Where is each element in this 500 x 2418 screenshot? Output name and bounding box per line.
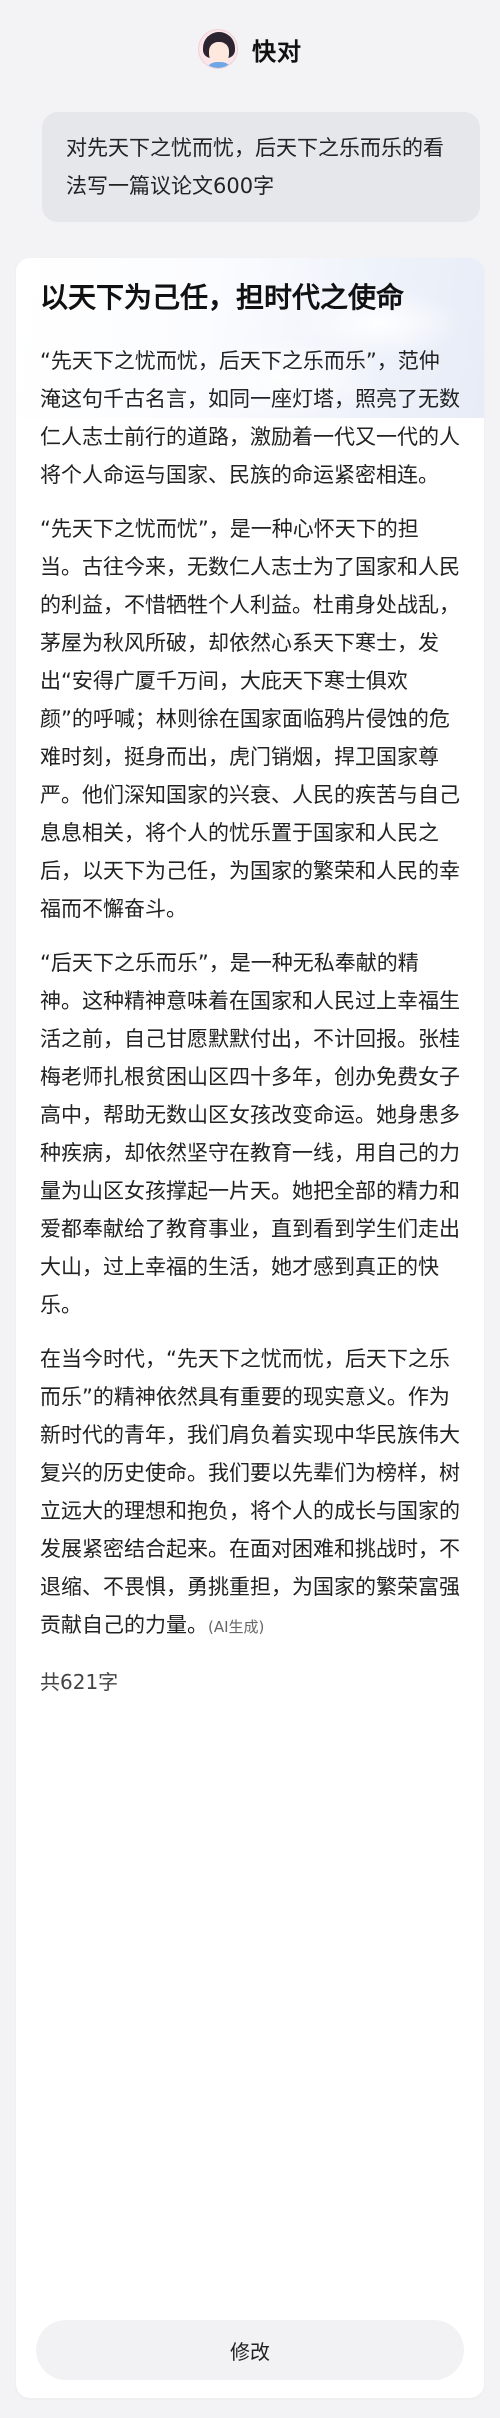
user-prompt-text: 对先天下之忧而忧，后天下之乐而乐的看法写一篇议论文600字 — [66, 136, 444, 198]
word-count: 共621字 — [40, 1670, 119, 1694]
avatar[interactable] — [198, 29, 238, 69]
ai-generated-tag: (AI生成) — [208, 1618, 265, 1636]
app-title: 快对 — [252, 37, 302, 66]
essay-paragraph-1: “先天下之忧而忧，后天下之乐而乐”，范仲淹这句千古名言，如同一座灯塔，照亮了无数… — [40, 349, 460, 487]
essay-paragraph-4: 在当今时代，“先天下之忧而忧，后天下之乐而乐”的精神依然具有重要的现实意义。作为… — [40, 1340, 460, 1646]
edit-button-label: 修改 — [230, 2339, 270, 2364]
app-header: 快对 — [0, 0, 500, 98]
essay-paragraph-3: “后天下之乐而乐”，是一种无私奉献的精神。这种精神意味着在国家和人民过上幸福生活… — [40, 951, 460, 1317]
user-prompt-bubble: 对先天下之忧而忧，后天下之乐而乐的看法写一篇议论文600字 — [42, 112, 480, 222]
edit-button[interactable]: 修改 — [36, 2320, 464, 2380]
essay-paragraph-4-text: 在当今时代，“先天下之忧而忧，后天下之乐而乐”的精神依然具有重要的现实意义。作为… — [40, 1347, 460, 1637]
answer-card: 以天下为己任，担时代之使命 “先天下之忧而忧，后天下之乐而乐”，范仲淹这句千古名… — [16, 258, 484, 2398]
essay-title: 以天下为己任，担时代之使命 — [40, 281, 405, 314]
essay-paragraph-2: “先天下之忧而忧”，是一种心怀天下的担当。古往今来，无数仁人志士为了国家和人民的… — [40, 517, 460, 921]
